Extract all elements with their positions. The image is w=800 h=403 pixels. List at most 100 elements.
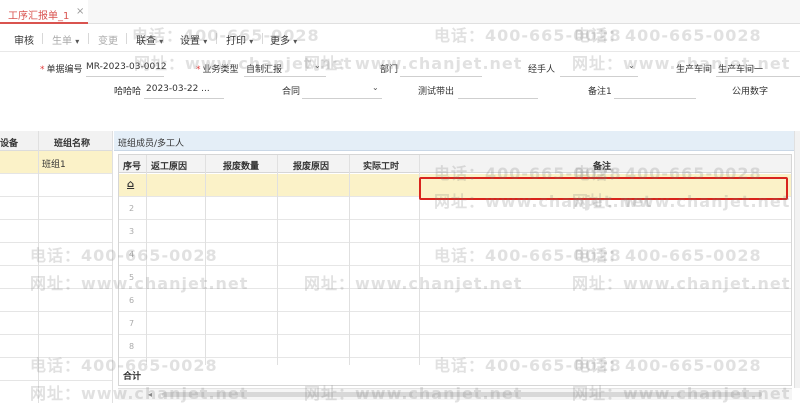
handler-field[interactable] [560, 76, 638, 77]
table-row[interactable]: 4 [119, 243, 791, 266]
list-item[interactable] [0, 197, 112, 220]
col-actual-hours: 实际工时 [363, 162, 400, 172]
remark-cell-editor[interactable] [419, 177, 788, 200]
workshop-underline [716, 76, 800, 77]
grid-divider [205, 155, 206, 365]
row-number: 4 [129, 250, 135, 259]
chevron-down-icon[interactable]: ⌄ [372, 83, 379, 92]
test-label: 测试带出 [418, 87, 455, 97]
col-scrap-qty: 报废数量 [223, 162, 260, 172]
more-label: 更多 [270, 36, 290, 47]
list-item[interactable] [0, 335, 112, 358]
linked-query-button[interactable]: 联查 ▾ [136, 32, 163, 47]
tab-bar: 工序汇报单_1 × [0, 0, 800, 24]
col-remark: 备注 [593, 162, 612, 172]
watermark-site: 网址：www.chanjet.net [304, 54, 523, 73]
toolbar: 审核 生单 ▾ 变更 联查 ▾ 设置 ▾ 打印 ▾ 更多 ▾ [0, 24, 800, 52]
tab-report-1[interactable]: 工序汇报单_1 × [0, 0, 88, 24]
workshop-label: 生产车间 [676, 65, 713, 75]
tab-title[interactable]: 工序汇报单_1 [8, 7, 69, 22]
scrollbar-thumb[interactable] [162, 392, 762, 397]
list-item[interactable] [0, 266, 112, 289]
hhh-underline [144, 98, 224, 99]
members-grid: 序号 返工原因 报废数量 报废原因 实际工时 备注 ⌂ 2 3 4 5 6 7 … [118, 154, 792, 386]
panel-header: 班组成员/多工人 [114, 131, 800, 151]
list-item[interactable] [0, 243, 112, 266]
settings-label: 设置 [180, 36, 200, 47]
grid-divider [349, 155, 350, 365]
close-icon[interactable]: × [76, 6, 84, 17]
col-scrap-reason: 报废原因 [293, 162, 330, 172]
toolbar-divider [88, 33, 89, 44]
table-row[interactable]: 7 [119, 312, 791, 335]
contract-field[interactable] [302, 98, 382, 99]
grid-header: 序号 返工原因 报废数量 报废原因 实际工时 备注 [119, 155, 791, 173]
current-row-icon: ⌂ [127, 179, 135, 190]
row-number: 7 [129, 319, 135, 328]
hhh-label: 哈哈哈 [114, 87, 142, 97]
row-number: 2 [129, 204, 135, 213]
contract-label: 合同 [282, 87, 301, 97]
biz-type-select[interactable]: 自制汇报 [246, 62, 282, 75]
doc-no-label: * 单据编号 [40, 65, 83, 75]
horizontal-scrollbar[interactable]: ◂ [118, 388, 792, 400]
change-button[interactable]: 变更 [98, 32, 118, 47]
grid-divider [112, 131, 113, 403]
remark1-label: 备注1 [588, 87, 612, 97]
linked-query-label: 联查 [136, 36, 156, 47]
list-item[interactable] [0, 289, 112, 312]
table-row[interactable]: 6 [119, 289, 791, 312]
list-item[interactable] [0, 358, 112, 381]
public-num-label: 公用数字 [732, 87, 769, 97]
grid-divider [38, 131, 39, 403]
chevron-down-icon: ▾ [293, 37, 298, 46]
chevron-down-icon: ▾ [159, 37, 164, 46]
left-grid-header: 设备 班组名称 [0, 131, 112, 151]
more-button[interactable]: 更多 ▾ [270, 32, 297, 47]
col-rework-reason: 返工原因 [151, 162, 188, 172]
chevron-down-icon[interactable]: ⌄ [314, 61, 321, 70]
table-row[interactable]: 3 [119, 220, 791, 243]
doc-no-underline [86, 76, 164, 77]
grid-divider [277, 155, 278, 365]
toolbar-divider [126, 33, 127, 44]
biz-type-label: * 业务类型 [196, 65, 239, 75]
list-item[interactable] [0, 220, 112, 243]
settings-button[interactable]: 设置 ▾ [180, 32, 207, 47]
review-button[interactable]: 审核 [14, 32, 34, 47]
workshop-field[interactable]: 生产车间一 [718, 62, 763, 75]
handler-label: 经手人 [528, 65, 556, 75]
vertical-scrollbar[interactable] [794, 131, 800, 388]
row-number: 5 [129, 273, 135, 282]
table-row[interactable]: 2 [119, 197, 791, 220]
row-number: 6 [129, 296, 135, 305]
total-label: 合计 [123, 372, 142, 382]
dept-field[interactable] [400, 76, 482, 77]
list-item[interactable]: 班组1 [0, 151, 112, 174]
chevron-down-icon: ▾ [75, 37, 80, 46]
grid-divider [146, 155, 147, 365]
remark1-field[interactable] [614, 98, 696, 99]
test-field[interactable] [458, 98, 538, 99]
doc-no-field[interactable]: MR-2023-03-0012 [86, 62, 167, 72]
col-team-name: 班组名称 [54, 139, 91, 149]
team-name: 班组1 [42, 160, 66, 170]
chevron-down-icon[interactable]: ⌄ [628, 61, 635, 70]
chevron-down-icon: ▾ [249, 37, 254, 46]
table-row[interactable]: 8 [119, 335, 791, 358]
toolbar-divider [262, 33, 263, 44]
print-button[interactable]: 打印 ▾ [226, 32, 253, 47]
list-item[interactable] [0, 174, 112, 197]
list-item[interactable] [0, 312, 112, 335]
col-seq: 序号 [123, 162, 142, 172]
row-number: 3 [129, 227, 135, 236]
generate-button[interactable]: 生单 ▾ [52, 32, 79, 47]
table-row[interactable]: 5 [119, 266, 791, 289]
scroll-left-icon[interactable]: ◂ [148, 390, 152, 399]
dept-label: 部门 [380, 65, 399, 75]
print-label: 打印 [226, 36, 246, 47]
biz-type-underline [244, 76, 326, 77]
generate-label: 生单 [52, 36, 72, 47]
hhh-field[interactable]: 2023-03-22 ... [146, 84, 210, 94]
toolbar-divider [42, 33, 43, 44]
